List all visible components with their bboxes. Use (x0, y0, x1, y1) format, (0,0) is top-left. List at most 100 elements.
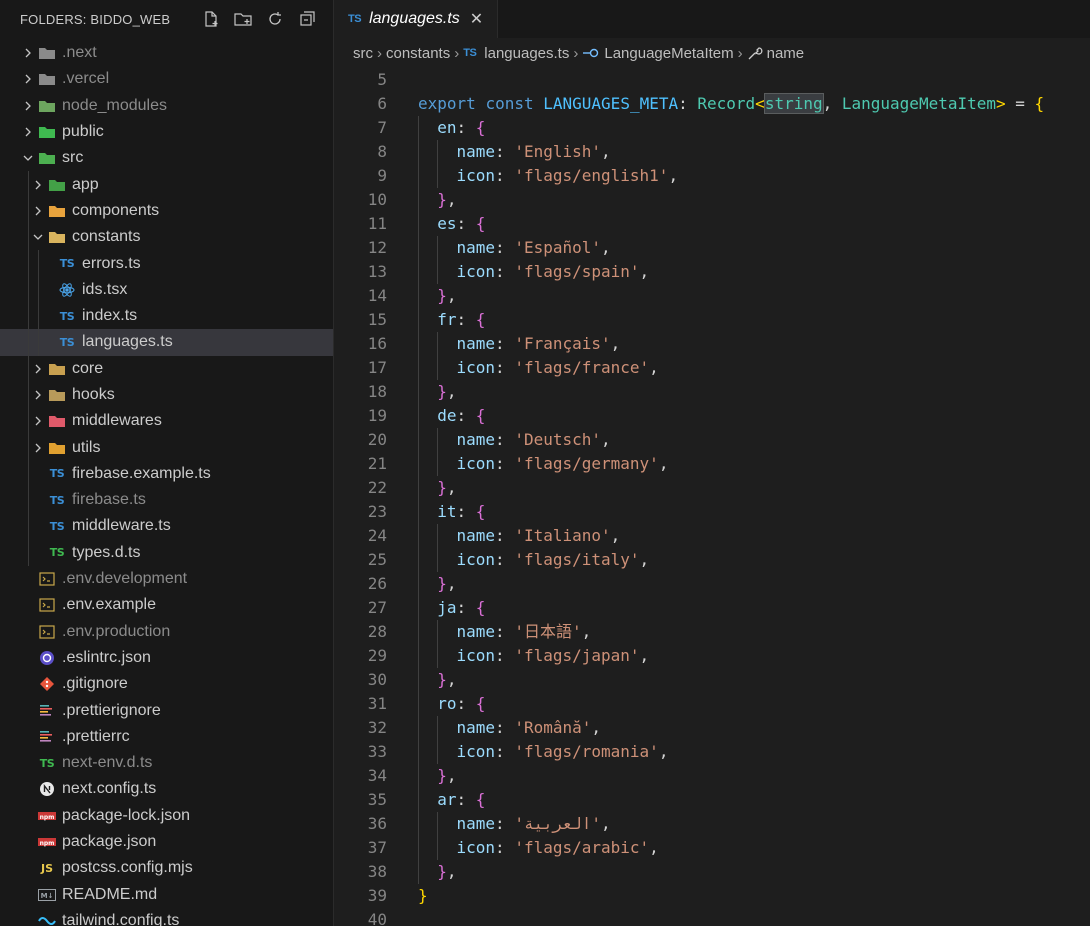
tree-file-eslintrc-json[interactable]: .eslintrc.json (0, 645, 333, 671)
tree-file-next-env-d-ts[interactable]: TS next-env.d.ts (0, 750, 333, 776)
collapse-all-icon[interactable] (296, 8, 318, 30)
tree-folder-node-modules[interactable]: node_modules (0, 93, 333, 119)
close-icon[interactable]: ✕ (470, 9, 483, 29)
chevron-down-icon (20, 150, 36, 166)
tree-item-label: errors.ts (82, 254, 141, 272)
tree-folder-middlewares[interactable]: middlewares (0, 408, 333, 435)
tree-file-languages-ts[interactable]: TS languages.ts (0, 329, 333, 356)
code-token: { (475, 502, 486, 521)
tree-folder-utils[interactable]: utils (0, 434, 333, 461)
tree-file-ids-tsx[interactable]: ids.tsx (0, 276, 333, 303)
tree-file-types-d-ts[interactable]: TS types.d.ts (0, 539, 333, 566)
tree-folder-hooks[interactable]: hooks (0, 381, 333, 409)
tree-file-package-json[interactable]: npm package.json (0, 829, 333, 855)
tree-file-next-config-ts[interactable]: next.config.ts (0, 776, 333, 802)
tree-item-label: next-env.d.ts (62, 754, 153, 772)
tree-item-label: postcss.config.mjs (62, 859, 193, 877)
code-token: , (581, 622, 592, 641)
breadcrumb-file[interactable]: languages.ts (484, 45, 569, 62)
code-token: , (446, 478, 457, 497)
code-token: : (456, 694, 476, 713)
code-line: 11 es: { (334, 212, 1090, 236)
code-text: name: 'Français', (457, 332, 621, 356)
indent-guide (437, 260, 439, 284)
tree-folder-src[interactable]: src (0, 145, 333, 171)
code-line: 34}, (334, 764, 1090, 788)
tree-file-env-production[interactable]: .env.production (0, 619, 333, 645)
tree-file-prettierignore[interactable]: .prettierignore (0, 697, 333, 723)
code-editor[interactable]: 5 6 export const LANGUAGES_META: Record<st… (334, 68, 1090, 926)
breadcrumb-symbol[interactable]: LanguageMetaItem (604, 45, 733, 62)
refresh-icon[interactable] (264, 8, 286, 30)
tree-item-label: .env.production (62, 622, 171, 640)
tree-file-tailwind-config-ts[interactable]: tailwind.config.ts (0, 908, 333, 926)
indent-guide (418, 284, 419, 308)
code-token: } (437, 478, 447, 497)
code-token: : (456, 118, 476, 137)
indent-guide (418, 164, 419, 188)
code-token: it (437, 502, 457, 521)
tree-file-env-example[interactable]: .env.example (0, 592, 333, 618)
tree-file-errors-ts[interactable]: TS errors.ts (0, 250, 333, 277)
code-line: 24 name: 'Italiano', (334, 524, 1090, 548)
code-token: } (437, 574, 447, 593)
line-number: 28 (367, 622, 387, 641)
tree-item-label: next.config.ts (62, 780, 157, 798)
tree-file-env-development[interactable]: .env.development (0, 566, 333, 592)
new-file-icon[interactable] (200, 8, 222, 30)
chevron-right-icon: › (573, 44, 579, 62)
code-token: 'English' (514, 142, 602, 161)
tree-folder-public[interactable]: public (0, 119, 333, 145)
tree-folder-vercel[interactable]: .vercel (0, 66, 333, 92)
tree-item-label: components (72, 201, 160, 219)
indent-guide (418, 668, 419, 692)
tree-file-prettierrc[interactable]: .prettierrc (0, 724, 333, 750)
tree-folder-components[interactable]: components (0, 197, 333, 225)
code-token: name (456, 430, 496, 449)
tree-item-label: package-lock.json (62, 806, 191, 824)
code-text: icon: 'flags/spain', (457, 260, 650, 284)
tree-folder-constants[interactable]: constants (0, 224, 333, 251)
code-token: , (446, 382, 457, 401)
code-text: icon: 'flags/italy', (457, 548, 650, 572)
code-token: : (495, 742, 515, 761)
code-line: 18}, (334, 380, 1090, 404)
breadcrumb-constants[interactable]: constants (386, 45, 450, 62)
tree-folder-core[interactable]: core (0, 355, 333, 382)
tree-folder-next[interactable]: .next (0, 40, 333, 66)
npm-icon: npm (38, 807, 56, 825)
tab-languages-ts[interactable]: TS languages.ts ✕ (334, 0, 498, 38)
code-token: , (610, 334, 621, 353)
breadcrumb-src[interactable]: src (353, 45, 373, 62)
tree-item-label: middlewares (72, 412, 162, 430)
tree-file-firebase-ts[interactable]: TS firebase.ts (0, 487, 333, 514)
chevron-right-icon (20, 45, 36, 61)
tree-item-label: node_modules (62, 96, 167, 114)
code-token: : (495, 646, 515, 665)
tree-file-middleware-ts[interactable]: TS middleware.ts (0, 513, 333, 540)
tree-file-index-ts[interactable]: TS index.ts (0, 302, 333, 330)
code-token: : (495, 814, 515, 833)
tree-item-label: package.json (62, 833, 157, 851)
code-line: 38}, (334, 860, 1090, 884)
tree-file-readme-md[interactable]: M↓ README.md (0, 882, 333, 908)
svg-text:M↓: M↓ (41, 892, 54, 900)
new-folder-icon[interactable] (232, 8, 254, 30)
code-token: : (495, 262, 515, 281)
tree-folder-app[interactable]: app (0, 171, 333, 198)
tree-file-firebase-example-ts[interactable]: TS firebase.example.ts (0, 460, 333, 488)
code-token: , (446, 766, 457, 785)
tree-file-gitignore[interactable]: .gitignore (0, 671, 333, 697)
breadcrumb-property[interactable]: name (767, 45, 805, 62)
app-folder-icon (48, 176, 66, 194)
code-token: , (649, 358, 659, 377)
tree-file-package-lock-json[interactable]: npm package-lock.json (0, 803, 333, 829)
line-number: 21 (367, 454, 387, 473)
code-line: 29 icon: 'flags/japan', (334, 644, 1090, 668)
tree-file-postcss-config-mjs[interactable]: JS postcss.config.mjs (0, 855, 333, 881)
code-token: : (456, 214, 476, 233)
code-token: 'flags/spain' (514, 262, 640, 281)
